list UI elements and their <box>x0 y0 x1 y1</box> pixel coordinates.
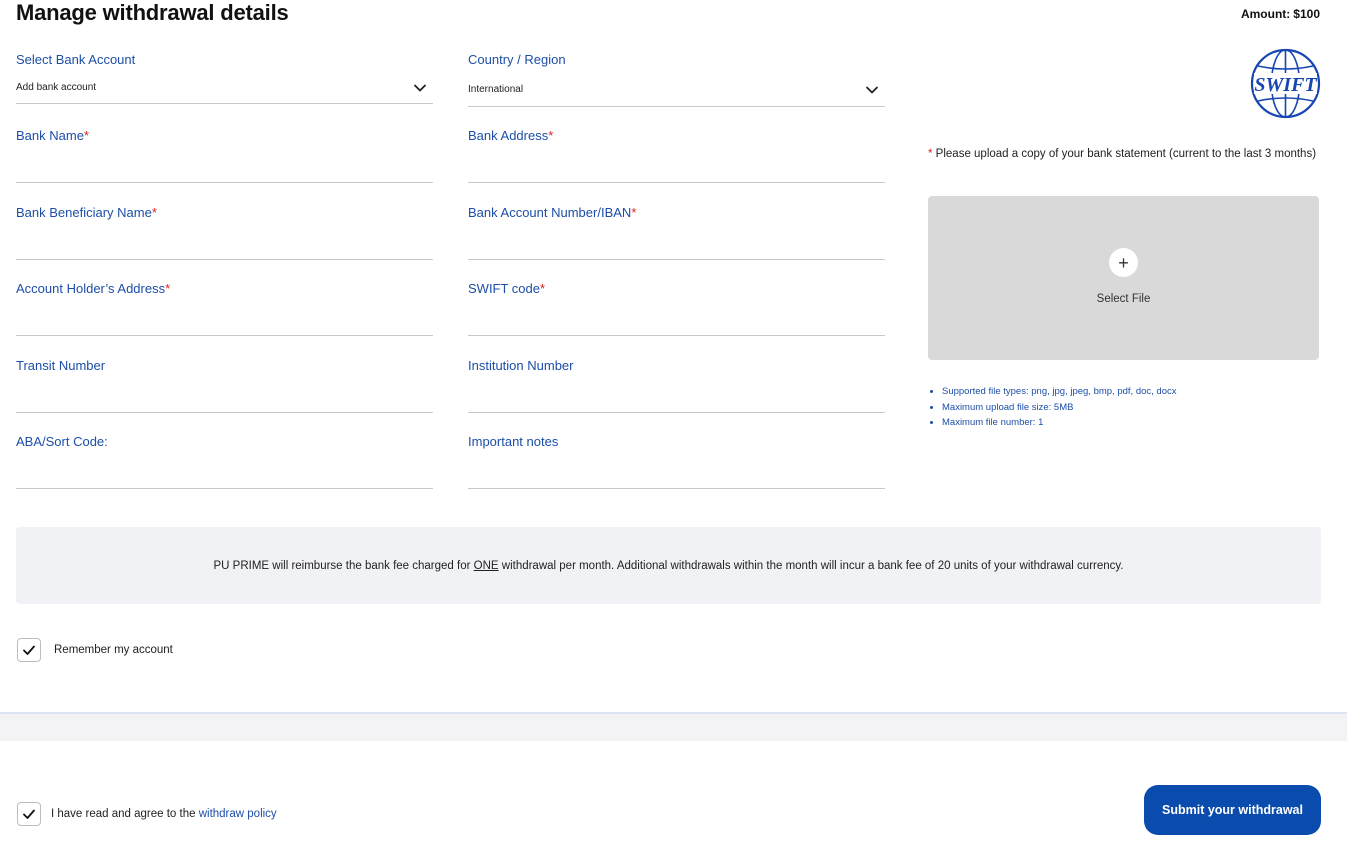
swift-logo: SWIFT <box>1250 48 1321 119</box>
agree-policy-checkbox[interactable] <box>17 802 41 826</box>
amount-label: Amount: <box>1240 7 1291 21</box>
chevron-down-icon <box>414 84 426 92</box>
file-rule-item: Maximum file number: 1 <box>930 415 1176 431</box>
aba-sort-code-field[interactable]: ABA/Sort Code: <box>16 428 433 489</box>
holder-address-label: Account Holder’s Address* <box>16 281 171 296</box>
checkmark-icon <box>23 645 35 655</box>
bank-name-field[interactable]: Bank Name* <box>16 122 433 183</box>
select-bank-account-label: Select Bank Account <box>16 52 136 67</box>
country-region-value: International <box>468 84 524 95</box>
notice-text: PU PRIME will reimburse the bank fee cha… <box>213 559 1124 572</box>
chevron-down-icon <box>866 86 878 94</box>
account-number-label: Bank Account Number/IBAN* <box>468 205 637 220</box>
select-bank-account-dropdown[interactable]: Select Bank Account Add bank account <box>16 46 433 104</box>
checkmark-icon <box>23 809 35 819</box>
bank-address-label: Bank Address* <box>468 128 554 143</box>
transit-number-label: Transit Number <box>16 358 106 373</box>
agree-policy-label: I have read and agree to the withdraw po… <box>51 808 277 820</box>
plus-icon: + <box>1109 248 1138 277</box>
institution-number-field[interactable]: Institution Number <box>468 352 885 413</box>
bank-name-label: Bank Name* <box>16 128 89 143</box>
amount-value: $100 <box>1293 7 1320 21</box>
country-region-label: Country / Region <box>468 52 566 67</box>
important-notes-label: Important notes <box>468 434 559 449</box>
country-region-dropdown[interactable]: Country / Region International <box>468 46 885 107</box>
remember-account-label: Remember my account <box>54 644 173 656</box>
submit-withdrawal-button[interactable]: Submit your withdrawal <box>1144 785 1321 835</box>
upload-instructions: * Please upload a copy of your bank stat… <box>928 148 1317 160</box>
holder-address-field[interactable]: Account Holder’s Address* <box>16 275 433 336</box>
file-upload-dropzone[interactable]: + Select File <box>928 196 1319 360</box>
page-title: Manage withdrawal details <box>16 0 289 25</box>
transit-number-field[interactable]: Transit Number <box>16 352 433 413</box>
beneficiary-name-field[interactable]: Bank Beneficiary Name* <box>16 199 433 260</box>
bank-address-field[interactable]: Bank Address* <box>468 122 885 183</box>
svg-text:SWIFT: SWIFT <box>1254 74 1317 96</box>
select-file-label: Select File <box>1096 293 1151 305</box>
withdraw-policy-link[interactable]: withdraw policy <box>199 808 277 820</box>
account-number-field[interactable]: Bank Account Number/IBAN* <box>468 199 885 260</box>
file-rules-list: Supported file types: png, jpg, jpeg, bm… <box>930 384 1176 431</box>
swift-code-field[interactable]: SWIFT code* <box>468 275 885 336</box>
remember-account-checkbox[interactable] <box>17 638 41 662</box>
file-rule-item: Maximum upload file size: 5MB <box>930 400 1176 416</box>
section-divider <box>0 712 1347 741</box>
file-rule-item: Supported file types: png, jpg, jpeg, bm… <box>930 384 1176 400</box>
important-notes-field[interactable]: Important notes <box>468 428 885 489</box>
institution-number-label: Institution Number <box>468 358 574 373</box>
withdrawal-page: Manage withdrawal details Amount: $100 Se… <box>0 0 1347 844</box>
beneficiary-name-label: Bank Beneficiary Name* <box>16 205 157 220</box>
bank-fee-notice: PU PRIME will reimburse the bank fee cha… <box>16 527 1321 604</box>
swift-code-label: SWIFT code* <box>468 281 546 296</box>
amount-display: Amount: $100 <box>1241 7 1320 21</box>
aba-sort-code-label: ABA/Sort Code: <box>16 434 108 449</box>
select-bank-account-value: Add bank account <box>16 82 97 93</box>
